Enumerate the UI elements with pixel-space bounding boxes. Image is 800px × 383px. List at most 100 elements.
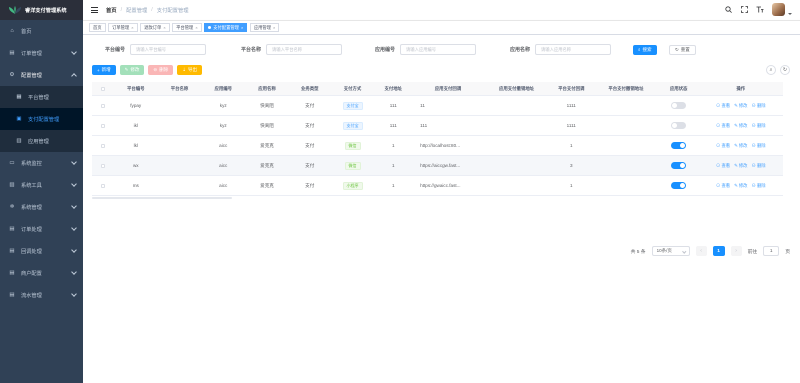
fullscreen-icon[interactable]: [740, 6, 748, 14]
edit-link[interactable]: ✎ 修改: [734, 183, 747, 189]
sidebar-item-label: 系统管理: [21, 204, 42, 211]
status-toggle[interactable]: [671, 102, 687, 109]
edit-link[interactable]: ✎ 修改: [734, 103, 747, 109]
status-toggle[interactable]: [671, 142, 687, 149]
add-button[interactable]: + 新增: [92, 65, 116, 75]
breadcrumb-config: 配置管理: [126, 8, 148, 14]
table-row[interactable]: lkl aicc 爱克克 支付 微信 1 http://localhost:80... 1 ⊙ …: [92, 136, 783, 156]
delete-button[interactable]: ⊖ 删除: [148, 65, 174, 75]
sidebar-item-home[interactable]: ⌂ 首页: [0, 20, 83, 42]
next-page-button[interactable]: ›: [730, 246, 742, 256]
platform-no-input[interactable]: 请输入平台编号: [130, 44, 207, 55]
search-button[interactable]: ⌕ 搜索: [633, 44, 657, 55]
view-link[interactable]: ⊙ 查看: [716, 123, 730, 129]
status-toggle[interactable]: [671, 182, 687, 189]
chevron-down-icon: [71, 49, 77, 55]
sidebar-item-tools[interactable]: ▨ 系统工具: [0, 174, 83, 196]
chevron-down-icon: [71, 203, 77, 209]
table-row[interactable]: wx aicc 爱克克 支付 微信 1 https://aiccgw.fast... 3 ⊙ 查…: [92, 156, 783, 176]
edit-button[interactable]: ✎ 修改: [119, 65, 145, 75]
delete-link[interactable]: ⊖ 删除: [751, 143, 765, 149]
sidebar-item-pay-config[interactable]: ▣ 支付配置管理: [0, 108, 83, 130]
view-link-label: 查看: [721, 102, 731, 108]
page-size-select[interactable]: 10条/页: [651, 246, 690, 256]
plus-icon: +: [97, 67, 100, 73]
edit-link[interactable]: ✎ 修改: [734, 163, 747, 169]
cell-platform-no: ms: [132, 183, 139, 188]
view-link[interactable]: ⊙ 查看: [716, 183, 730, 189]
edit-link[interactable]: ✎ 修改: [734, 123, 747, 129]
close-icon[interactable]: ×: [131, 25, 133, 30]
sidebar-item-orders[interactable]: ▤ 订单管理: [0, 42, 83, 64]
col-header: 操作: [736, 85, 746, 91]
row-checkbox[interactable]: [92, 163, 114, 168]
sidebar-item-monitor[interactable]: ▭ 系统监控: [0, 152, 83, 174]
app-name-input[interactable]: 请输入应用名称: [535, 44, 612, 55]
row-checkbox[interactable]: [92, 103, 114, 108]
goto-label: 前往: [747, 249, 758, 255]
sidebar-item-label: 订单管理: [21, 50, 42, 57]
tag-pay-config[interactable]: 支付配置管理 ×: [204, 23, 248, 32]
view-link[interactable]: ⊙ 查看: [716, 103, 730, 109]
search-toggle-icon[interactable]: ⌕: [766, 65, 776, 75]
close-icon[interactable]: ×: [195, 25, 197, 30]
sidebar-item-label: 系统监控: [21, 160, 42, 167]
prev-page-button[interactable]: ‹: [695, 246, 707, 256]
search-icon[interactable]: [724, 6, 732, 14]
close-icon[interactable]: ×: [163, 25, 165, 30]
delete-link[interactable]: ⊖ 删除: [751, 103, 765, 109]
sidebar-item-merchant[interactable]: ▤ 商户配置: [0, 262, 83, 284]
sidebar-item-config[interactable]: ⚙ 配置管理: [0, 64, 83, 86]
row-checkbox[interactable]: [92, 123, 114, 128]
sidebar-item-callback[interactable]: ▤ 回调处理: [0, 240, 83, 262]
tag-orders[interactable]: 订单管理 ×: [108, 23, 138, 32]
delete-link[interactable]: ⊖ 删除: [751, 163, 765, 169]
select-all-checkbox[interactable]: [92, 86, 114, 91]
refresh-icon[interactable]: ↻: [780, 65, 790, 75]
hamburger-icon[interactable]: [91, 7, 99, 13]
font-size-icon[interactable]: [756, 6, 764, 14]
view-link[interactable]: ⊙ 查看: [716, 143, 730, 149]
sidebar-item-platform[interactable]: ▦ 平台管理: [0, 86, 83, 108]
page-number-current[interactable]: 1: [712, 246, 725, 256]
status-toggle[interactable]: [671, 122, 687, 129]
cell-app-callback: https://gwaicc.fast...: [420, 183, 461, 188]
tag-refund[interactable]: 退款订单 ×: [140, 23, 170, 32]
tag-platform[interactable]: 平台管理 ×: [172, 23, 202, 32]
avatar[interactable]: [772, 3, 785, 16]
page-unit-label: 页: [785, 249, 790, 255]
reset-button[interactable]: ↻ 重置: [669, 44, 696, 55]
search-field-app-no: 应用编号 请输入应用编号: [375, 44, 477, 55]
table-row[interactable]: ikl kyz 快离阻 支付 支付宝 111 111 1111 ⊙ 查看 ✎ 修改 ⊖ 删除: [92, 116, 783, 136]
tag-home[interactable]: 首页: [89, 23, 106, 32]
cell-platform-callback: 1111: [566, 123, 576, 128]
export-button[interactable]: ⇣ 导出: [177, 65, 202, 75]
table-row[interactable]: fypay kyz 快离阻 支付 支付宝 111 11 1111 ⊙ 查看 ✎ 修改 ⊖ 删除: [92, 96, 783, 116]
sidebar-item-flow[interactable]: ▤ 流水管理: [0, 284, 83, 306]
caret-down-icon[interactable]: [788, 12, 792, 15]
platform-name-input[interactable]: 请输入平台名称: [266, 44, 343, 55]
status-toggle[interactable]: [671, 162, 687, 169]
delete-link[interactable]: ⊖ 删除: [751, 183, 765, 189]
row-checkbox[interactable]: [92, 183, 114, 188]
edit-link[interactable]: ✎ 修改: [734, 143, 747, 149]
pay-method-badge: 微信: [344, 161, 361, 170]
app-no-input[interactable]: 请输入应用编号: [400, 44, 477, 55]
view-link[interactable]: ⊙ 查看: [716, 163, 730, 169]
sidebar-item-system[interactable]: ✲ 系统管理: [0, 196, 83, 218]
sidebar-item-order-process[interactable]: ▤ 订单处理: [0, 218, 83, 240]
edit-link-label: 修改: [738, 182, 748, 188]
col-header: 应用名称: [258, 85, 276, 91]
goto-page-input[interactable]: 1: [763, 246, 780, 256]
edit-button-label: 修改: [130, 67, 140, 72]
row-checkbox[interactable]: [92, 143, 114, 148]
tag-app[interactable]: 应用管理 ×: [249, 23, 280, 32]
close-icon[interactable]: ×: [273, 25, 275, 30]
close-icon[interactable]: ×: [241, 25, 243, 30]
config-icon: ⚙: [9, 72, 15, 78]
horizontal-scrollbar[interactable]: [92, 197, 232, 199]
sidebar-item-app[interactable]: ▥ 应用管理: [0, 130, 83, 152]
table-row[interactable]: ms aicc 爱克克 支付 小程序 1 https://gwaicc.fast... 1 ⊙ …: [92, 176, 783, 196]
breadcrumb-home[interactable]: 首页: [106, 6, 117, 14]
delete-link[interactable]: ⊖ 删除: [751, 123, 765, 129]
